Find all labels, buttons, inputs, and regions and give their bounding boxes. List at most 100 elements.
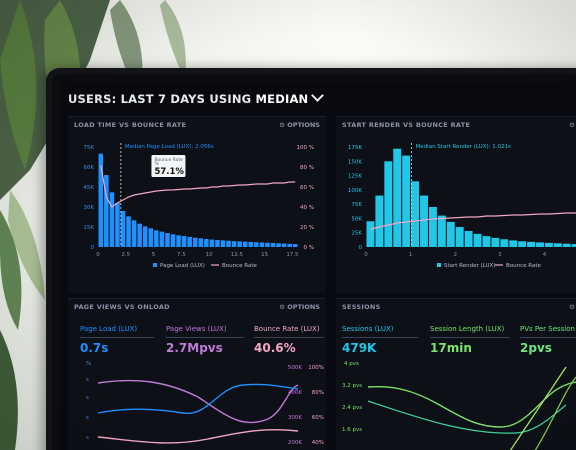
panel-sessions: SESSIONS ⚙ OPTIONS Sessions (LUX) 479K S…	[336, 298, 576, 450]
bar	[562, 243, 571, 247]
bar	[181, 236, 187, 247]
metric-value-pvs: 2pvs	[520, 341, 552, 355]
bar	[455, 227, 464, 247]
metric-value-bounce: 40.6%	[254, 341, 296, 355]
bar	[137, 223, 142, 247]
bar	[226, 240, 231, 247]
bar	[231, 241, 237, 247]
legend-swatch	[153, 263, 157, 267]
series-page-load-line	[97, 383, 299, 414]
bar	[402, 155, 411, 247]
bar	[553, 243, 562, 247]
y-tick: 150K	[348, 159, 362, 165]
y-tick: %	[86, 361, 91, 367]
series-sessions-line	[367, 381, 576, 428]
start-render-chart: 175K150K125K100K75K50K25K0012345Median S…	[348, 143, 576, 269]
chevron-down-icon[interactable]	[311, 89, 325, 102]
metric-value-session-length: 17min	[430, 341, 472, 355]
bar	[142, 226, 148, 247]
panel-start-render: START RENDER VS BOUNCE RATE ⚙ OPTIONS 17…	[336, 116, 576, 293]
x-tick: 4	[543, 252, 547, 258]
x-tick: 0	[96, 252, 100, 258]
metric-value-page-views: 2.7Mpvs	[166, 341, 223, 355]
y-right-tick: 80 %	[300, 165, 314, 171]
metric-label-pvs: PVs Per Session (L	[520, 325, 576, 333]
y-right2-tick: 80%	[312, 390, 324, 396]
bar	[500, 239, 509, 247]
bar	[571, 244, 576, 247]
sessions-chart: 4 pvs 3.2 pvs 2.4 pvs 1.6 pvs	[342, 361, 576, 450]
bar	[126, 216, 131, 247]
divider	[430, 337, 510, 338]
dashboard-screen: USERS: LAST 7 DAYS USING MEDIAN LOAD TIM…	[60, 82, 576, 450]
y-tick: s	[86, 415, 89, 421]
bar	[482, 236, 491, 247]
title-prefix: USERS: LAST 7 DAYS USING	[68, 92, 256, 106]
tooltip: Bounce Rate%57.1%	[151, 155, 186, 177]
bounce-rate-line	[370, 212, 576, 230]
bar	[192, 237, 198, 247]
y-right-tick: 300K	[288, 415, 302, 421]
divider	[166, 337, 244, 338]
y-right-tick: 0 %	[304, 245, 314, 251]
divider	[254, 337, 324, 338]
bar	[198, 238, 204, 247]
bar	[248, 241, 254, 247]
bar	[384, 161, 393, 247]
bar	[420, 195, 428, 247]
y-right-tick: 40 %	[300, 205, 314, 211]
y-tick: 15K	[83, 225, 94, 231]
monitor: USERS: LAST 7 DAYS USING MEDIAN LOAD TIM…	[46, 68, 576, 450]
metric-label-page-views: Page Views (LUX)	[166, 325, 227, 333]
metric-value-page-load: 0.7s	[80, 341, 109, 355]
bar	[281, 243, 287, 247]
y-tick: 75K	[351, 202, 362, 208]
panel-title: SESSIONS	[342, 303, 381, 311]
bar	[237, 241, 242, 247]
y-tick: 2.4 pvs	[342, 405, 362, 411]
series-page-views-line	[97, 379, 299, 424]
dashboard-title[interactable]: USERS: LAST 7 DAYS USING MEDIAN	[68, 89, 325, 106]
y-right-tick: 20 %	[300, 225, 314, 231]
bar	[242, 241, 248, 247]
options-button[interactable]: ⚙ OPTIONS	[569, 303, 576, 311]
bar	[176, 235, 181, 247]
options-button[interactable]: ⚙ OPTIONS	[279, 303, 320, 311]
bar	[446, 221, 455, 247]
y-tick: 4 pvs	[344, 361, 359, 367]
bar	[115, 203, 120, 247]
bar	[165, 233, 170, 247]
y-tick: 1.6 pvs	[342, 427, 362, 433]
y-tick: 0	[91, 245, 95, 251]
bar	[437, 215, 446, 247]
bar	[292, 244, 298, 247]
bar	[254, 242, 259, 247]
bar	[265, 242, 270, 247]
legend-label: Bounce Rate	[222, 263, 257, 269]
bar	[148, 228, 154, 247]
y-right2-tick: 60%	[312, 415, 324, 421]
median-label: Median Page Load (LUX): 2.056s	[125, 144, 214, 150]
bar	[131, 220, 137, 247]
bar	[527, 241, 536, 247]
bar	[393, 148, 402, 247]
bar	[276, 243, 281, 247]
y-tick: 175K	[348, 145, 362, 151]
y-tick: 3.2 pvs	[342, 383, 362, 389]
bar	[187, 236, 192, 247]
metric-label-bounce: Bounce Rate (LUX)	[254, 325, 320, 333]
y-tick: 25K	[351, 231, 362, 237]
bar	[544, 242, 553, 247]
options-label: OPTIONS	[287, 303, 320, 311]
y-right2-tick: 40%	[312, 440, 324, 446]
bar	[509, 240, 518, 247]
bar	[109, 192, 115, 247]
load-time-chart: 75K 60K 45K 30K 15K 0 100 % 80 % 60 % 40 % 20 % 0 %…	[83, 143, 314, 269]
legend-swatch	[437, 263, 441, 267]
tooltip-value: 57.1%	[154, 167, 184, 177]
series-bounce-rate-line	[97, 429, 299, 444]
divider	[80, 337, 154, 338]
bar	[209, 239, 215, 247]
series-pvs-line-2	[534, 376, 576, 450]
y-tick: 75K	[83, 145, 94, 151]
